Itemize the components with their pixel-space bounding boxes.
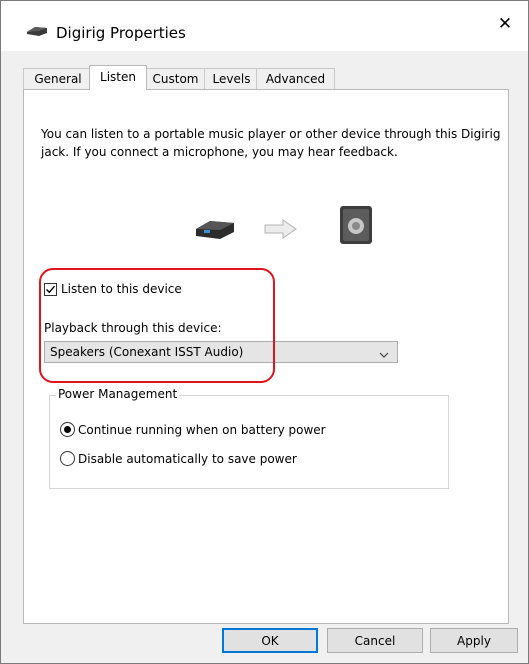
power-management-title: Power Management	[56, 387, 180, 401]
playback-label: Playback through this device:	[44, 321, 222, 335]
tab-levels[interactable]: Levels	[204, 68, 259, 89]
radio-disable-label: Disable automatically to save power	[78, 451, 297, 466]
close-icon: ✕	[497, 14, 513, 34]
speaker-icon	[338, 204, 374, 249]
checkmark-icon	[46, 285, 56, 293]
audio-jack-icon	[26, 25, 48, 40]
radio-disable[interactable]	[60, 451, 75, 466]
playback-device-select[interactable]: Speakers (Conexant ISST Audio)	[44, 341, 398, 363]
radio-continue[interactable]	[60, 422, 75, 437]
properties-dialog: Digirig Properties ✕ General Listen Cust…	[0, 0, 529, 664]
arrow-right-icon	[264, 219, 298, 242]
tab-general[interactable]: General	[23, 68, 93, 89]
listen-description: You can listen to a portable music playe…	[41, 127, 501, 159]
tab-advanced[interactable]: Advanced	[256, 68, 335, 89]
title-bar: Digirig Properties ✕	[1, 1, 528, 51]
tab-custom[interactable]: Custom	[144, 68, 207, 89]
power-management-group: Power Management Continue running when o…	[49, 387, 449, 489]
listen-checkbox-row[interactable]: Listen to this device	[44, 282, 182, 296]
close-button[interactable]: ✕	[482, 1, 528, 47]
radio-disable-row[interactable]: Disable automatically to save power	[60, 451, 297, 466]
chevron-down-icon	[379, 346, 389, 366]
cancel-button[interactable]: Cancel	[327, 628, 423, 653]
ok-button[interactable]: OK	[222, 628, 318, 653]
window-title: Digirig Properties	[56, 24, 186, 42]
radio-continue-row[interactable]: Continue running when on battery power	[60, 422, 326, 437]
radio-selected-dot	[64, 426, 71, 433]
listen-checkbox[interactable]	[44, 282, 57, 296]
input-device-icon	[194, 217, 236, 244]
listen-checkbox-label: Listen to this device	[61, 282, 182, 296]
playback-device-value: Speakers (Conexant ISST Audio)	[50, 345, 244, 359]
apply-button[interactable]: Apply	[430, 628, 518, 653]
tab-listen[interactable]: Listen	[89, 65, 147, 90]
listen-panel: You can listen to a portable music playe…	[23, 89, 509, 624]
radio-continue-label: Continue running when on battery power	[78, 422, 326, 437]
